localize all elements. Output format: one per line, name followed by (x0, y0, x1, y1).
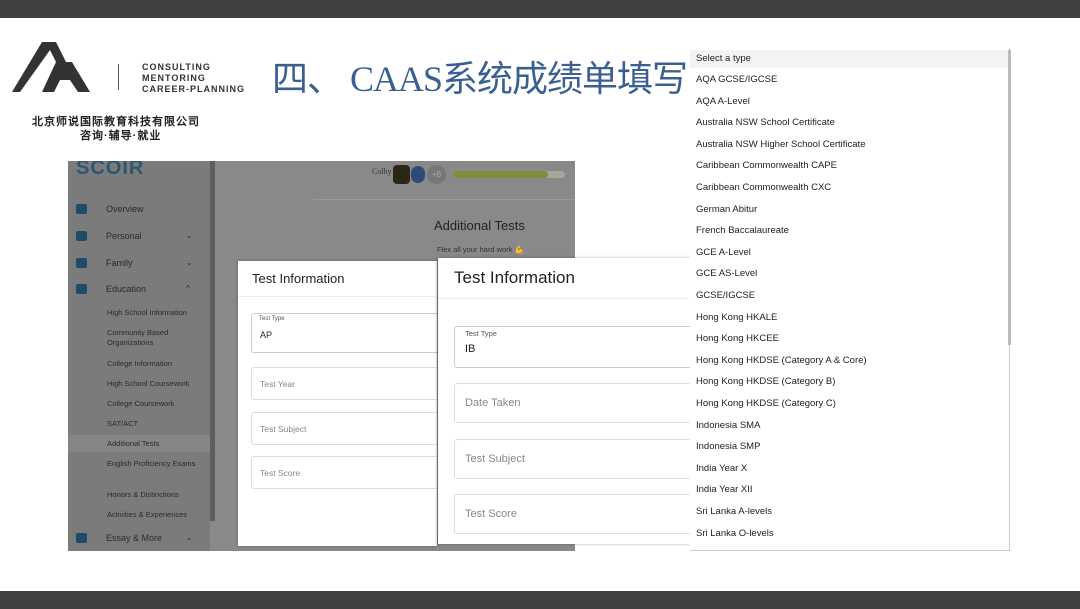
progress-bar (453, 171, 565, 178)
sidebar: SCOIR Overview Personal ⌄ Family ⌄ Educati… (68, 161, 210, 551)
nav-sub-item[interactable]: SAT/ACT (107, 419, 210, 429)
nav-sub-item[interactable]: Community Based Organizations (107, 328, 210, 348)
dropdown-option[interactable]: GCE A-Level (696, 247, 751, 258)
test-score-input[interactable]: Test Score (454, 494, 704, 534)
test-score-input[interactable]: Test Score (251, 456, 441, 489)
college-crest-icon (393, 165, 410, 184)
dialog-divider (438, 298, 691, 299)
dropdown-option[interactable]: Hong Kong HKALE (696, 312, 777, 323)
placeholder: Test Subject (260, 424, 307, 434)
logo-line: CONSULTING (142, 62, 211, 72)
dropdown-option[interactable]: AQA A-Level (696, 96, 750, 107)
nav-sub-item[interactable]: High School Coursework (107, 379, 210, 389)
placeholder: Test Year (260, 379, 295, 389)
sidebar-scrollbar[interactable] (210, 161, 215, 521)
test-subject-input[interactable]: Test Subject (251, 412, 441, 445)
dropdown-option[interactable]: Caribbean Commonwealth CAPE (696, 160, 837, 171)
dropdown-option[interactable]: Malaysia SPM (696, 549, 757, 550)
dialog-title: Test Information (252, 271, 345, 286)
test-subject-input[interactable]: Test Subject (454, 439, 704, 479)
company-tagline: 咨询·辅导·就业 (80, 130, 162, 142)
dropdown-option[interactable]: Australia NSW School Certificate (696, 117, 835, 128)
dropdown-option[interactable]: Indonesia SMP (696, 441, 760, 452)
placeholder: Test Score (465, 508, 517, 520)
dropdown-option[interactable]: Australia NSW Higher School Certificate (696, 139, 865, 150)
field-label: Test Type (465, 329, 497, 338)
field-value: IB (465, 343, 476, 355)
chevron-down-icon: ⌄ (186, 258, 193, 267)
brand-logo: SCOIR (76, 161, 145, 179)
header-divider (313, 199, 575, 200)
chevron-up-icon: ^ (186, 284, 190, 293)
test-type-select[interactable]: Test Type AP (251, 313, 441, 353)
nav-sub-item[interactable]: College Coursework (107, 399, 210, 409)
nav-sub-item[interactable]: Activities & Experiences (107, 510, 210, 520)
dropdown-option[interactable]: Hong Kong HKDSE (Category A & Core) (696, 355, 867, 366)
placeholder: Test Score (260, 468, 301, 478)
test-info-dialog-ib: Test Information Test Type IB Date Taken… (437, 258, 704, 544)
college-logo-colby: Colby (372, 167, 392, 176)
logo-line: CAREER-PLANNING (142, 84, 246, 94)
graduation-cap-icon (76, 284, 87, 294)
dialog-divider (238, 296, 437, 297)
nav-label: Education (106, 284, 147, 294)
placeholder: Date Taken (465, 397, 521, 409)
dropdown-option[interactable]: Caribbean Commonwealth CXC (696, 182, 831, 193)
nav-label: Family (106, 258, 133, 268)
more-colleges-badge[interactable]: +8 (427, 165, 446, 184)
test-info-dialog-ap: Test Information Test Type AP Test Year … (238, 261, 441, 546)
dropdown-option[interactable]: Hong Kong HKCEE (696, 333, 779, 344)
grid-icon (76, 204, 87, 214)
nav-sub-item[interactable]: College Information (107, 359, 210, 369)
people-icon (76, 258, 87, 268)
logo-line: MENTORING (142, 73, 206, 83)
college-shield-icon (411, 166, 425, 183)
nav-sub-item[interactable]: Honors & Distinctions (107, 490, 210, 500)
dropdown-option[interactable]: India Year XII (696, 484, 753, 495)
placeholder: Test Subject (465, 453, 525, 465)
dropdown-option[interactable]: India Year X (696, 463, 747, 474)
document-icon (76, 533, 87, 543)
nav-label: Essay & More (106, 533, 163, 543)
top-bar (0, 0, 1080, 18)
dropdown-placeholder: Select a type (696, 53, 751, 64)
nav-label: Overview (106, 204, 144, 214)
date-taken-input[interactable]: Date Taken (454, 383, 704, 423)
dropdown-scrollbar[interactable] (1008, 50, 1011, 345)
dropdown-option[interactable]: Hong Kong HKDSE (Category B) (696, 376, 835, 387)
slide-title: 四、 CAAS系统成绩单填写 (272, 59, 688, 99)
dropdown-option[interactable]: German Abitur (696, 204, 757, 215)
logo-text: CONSULTING MENTORING CAREER-PLANNING (142, 62, 245, 95)
nav-sub-item[interactable]: English Proficiency Exams (107, 459, 210, 469)
chevron-down-icon: ⌄ (186, 533, 193, 542)
nav-label: Personal (106, 231, 142, 241)
dialog-title: Test Information (454, 268, 575, 287)
field-label: Test Type (259, 316, 285, 322)
dropdown-option[interactable]: AQA GCSE/IGCSE (696, 74, 777, 85)
page-title: Additional Tests (434, 218, 525, 233)
person-icon (76, 231, 87, 241)
dropdown-option[interactable]: Indonesia SMA (696, 420, 760, 431)
progress-fill (453, 171, 549, 178)
dropdown-option[interactable]: Hong Kong HKDSE (Category C) (696, 398, 836, 409)
dropdown-option[interactable]: Sri Lanka O-levels (696, 528, 774, 539)
test-type-select[interactable]: Test Type IB (454, 326, 704, 368)
dropdown-option[interactable]: GCE AS-Level (696, 268, 757, 279)
test-year-input[interactable]: Test Year (251, 367, 441, 400)
bottom-bar (0, 591, 1080, 609)
dropdown-option[interactable]: French Baccalaureate (696, 225, 789, 236)
field-value: AP (260, 330, 273, 340)
page-subtitle: Flex all your hard work 💪 (437, 245, 524, 254)
company-logo (12, 42, 90, 92)
nav-sub-item[interactable]: High School Information (107, 308, 210, 318)
nav-sub-item-selected[interactable]: Additional Tests (107, 439, 210, 449)
test-type-dropdown: Select a type AQA GCSE/IGCSE AQA A-Level A… (690, 48, 1010, 551)
logo-divider (118, 64, 119, 90)
dropdown-option[interactable]: Sri Lanka A-levels (696, 506, 772, 517)
dropdown-option[interactable]: GCSE/IGCSE (696, 290, 755, 301)
chevron-down-icon: ⌄ (186, 231, 193, 240)
